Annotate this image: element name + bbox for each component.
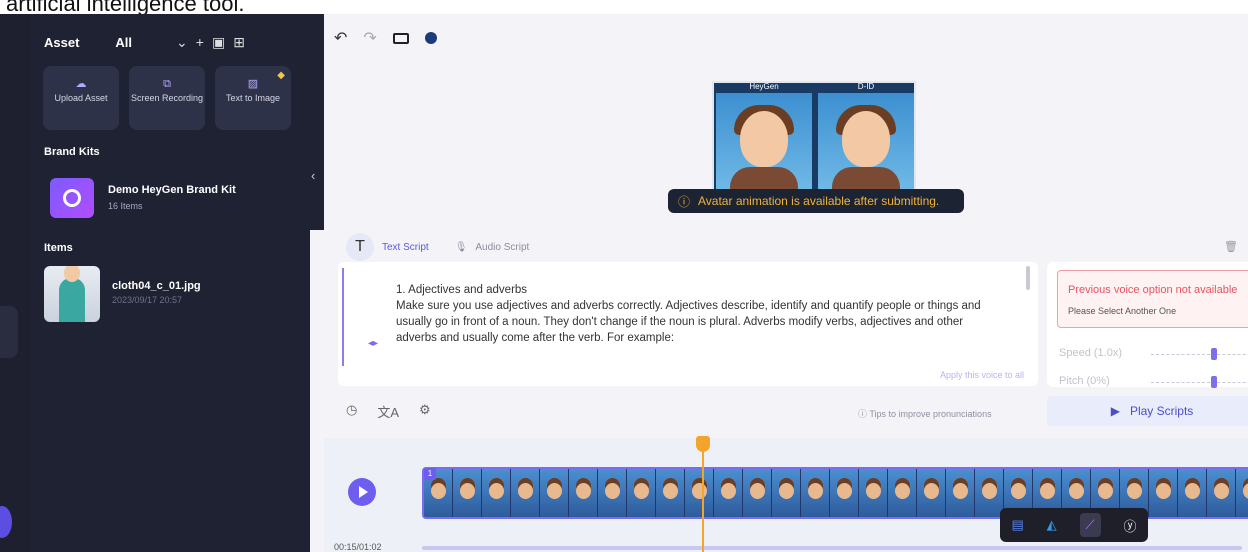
teams-icon[interactable]: ▤ <box>1011 517 1023 533</box>
voice-error-box: Previous voice option not available Plea… <box>1057 270 1248 328</box>
text-to-image-button[interactable]: ◆ ▨ Text to Image <box>215 66 291 130</box>
upload-asset-button[interactable]: ☁ Upload Asset <box>43 66 119 130</box>
apply-voice-link[interactable]: Apply this voice to all <box>940 370 1024 380</box>
taskbar-dock: ▤ ◭ ⟋ ⓨ <box>1000 508 1148 542</box>
avatar-notice-toast: ⓘ Avatar animation is available after su… <box>668 189 964 213</box>
voice-wave-icon[interactable]: ◂▸ <box>368 338 378 349</box>
settings-icon[interactable]: ⚙ <box>419 402 431 421</box>
monitor-icon[interactable] <box>392 32 409 44</box>
chevron-down-icon[interactable]: ⌄ <box>176 34 188 51</box>
redo-icon[interactable]: ↷ <box>363 28 376 48</box>
preview-pane-did: D-ID <box>818 82 914 199</box>
pitch-slider[interactable] <box>1151 382 1248 383</box>
voice-error-title: Previous voice option not available <box>1068 284 1238 296</box>
left-rail <box>0 14 30 552</box>
screen-recording-label: Screen Recording <box>130 93 204 103</box>
script-tools: ◷ 文A ⚙ <box>346 402 431 421</box>
asset-sidebar: Asset All ⌄ + ▣ ⊞ ☁ Upload Asset ⧉ Scree… <box>30 14 310 552</box>
playhead-line <box>702 450 704 552</box>
translate-icon[interactable]: 文A <box>377 402 399 421</box>
tab-text-script[interactable]: Text Script <box>382 242 429 253</box>
premium-gem-icon: ◆ <box>277 70 285 81</box>
brand-kits-heading: Brand Kits <box>44 146 100 158</box>
speed-label: Speed (1.0x) <box>1059 347 1122 359</box>
preview-pane-heygen: HeyGen <box>716 82 812 199</box>
speed-slider-knob[interactable] <box>1211 348 1217 360</box>
trash-icon[interactable]: 🗑 <box>1224 240 1238 253</box>
script-body: Make sure you use adjectives and adverbs… <box>396 300 981 344</box>
avatar-preview: HeyGen D-ID <box>712 81 916 199</box>
info-icon: ⓘ <box>678 194 691 209</box>
brand-kit-logo <box>50 178 94 218</box>
upload-asset-label: Upload Asset <box>54 93 108 103</box>
text-icon[interactable]: T <box>346 233 374 261</box>
timeline-play-button[interactable] <box>348 478 376 506</box>
play-icon: ▶ <box>1110 404 1120 418</box>
play-scripts-label: Play Scripts <box>1129 404 1194 418</box>
rail-button[interactable] <box>0 506 12 538</box>
brand-kit-count: 16 Items <box>108 201 143 211</box>
folder-icon[interactable]: ▣ <box>212 34 225 51</box>
asset-item-name: cloth04_c_01.jpg <box>112 280 201 292</box>
avatar-notice-text: Avatar animation is available after subm… <box>698 194 940 208</box>
timeline-time: 00:15/01:02 <box>334 542 382 552</box>
speed-slider[interactable] <box>1151 354 1248 355</box>
preview-label-heygen: HeyGen <box>749 82 779 91</box>
screen-record-icon: ⧉ <box>163 78 171 90</box>
voice-error-subtitle: Please Select Another One <box>1068 306 1177 316</box>
screen-recording-button[interactable]: ⧉ Screen Recording <box>129 66 205 130</box>
rail-tab[interactable] <box>0 306 18 358</box>
pen-icon[interactable]: ⟋ <box>1079 513 1101 537</box>
play-scripts-button[interactable]: ▶ Play Scripts <box>1047 396 1248 426</box>
script-accent-bar <box>342 268 344 366</box>
cloud-upload-icon: ☁ <box>75 78 87 90</box>
asset-title: Asset <box>44 34 80 50</box>
items-heading: Items <box>44 242 73 254</box>
brand-kit-card[interactable]: Demo HeyGen Brand Kit 16 Items <box>50 178 236 218</box>
editor-main: ↶ ↷ HeyGen D-ID ⓘ Avatar animation is av… <box>324 14 1248 552</box>
yandex-icon[interactable]: ⓨ <box>1124 516 1137 535</box>
preview-label-did: D-ID <box>857 82 875 91</box>
script-text[interactable]: 1. Adjectives and adverbs Make sure you … <box>396 282 1006 346</box>
asset-actions: ☁ Upload Asset ⧉ Screen Recording ◆ ▨ Te… <box>43 66 291 130</box>
tips-text: Tips to improve pronunciations <box>869 409 992 419</box>
chevron-left-icon[interactable]: ‹ <box>311 168 315 183</box>
background-color-swatch[interactable] <box>424 32 437 44</box>
asset-filter-value[interactable]: All <box>115 35 132 50</box>
avatar-face <box>842 111 890 167</box>
grid-icon[interactable]: ⊞ <box>233 34 245 51</box>
clock-icon[interactable]: ◷ <box>346 402 357 421</box>
sidebar-collapse-handle[interactable] <box>310 14 324 230</box>
app-icon[interactable]: ◭ <box>1047 517 1057 533</box>
pitch-label: Pitch (0%) <box>1059 375 1110 387</box>
pitch-slider-knob[interactable] <box>1211 376 1217 388</box>
tab-audio-script[interactable]: Audio Script <box>475 242 529 253</box>
script-tabs: T Text Script 🎙 Audio Script <box>346 233 529 261</box>
undo-icon[interactable]: ↶ <box>334 28 347 48</box>
timeline-scrollbar[interactable] <box>422 546 1242 550</box>
asset-item-date: 2023/09/17 20:57 <box>112 295 183 305</box>
editor-toolbar: ↶ ↷ <box>334 28 437 48</box>
avatar-face <box>740 111 788 167</box>
asset-thumbnail <box>44 266 100 322</box>
asset-item[interactable]: cloth04_c_01.jpg 2023/09/17 20:57 <box>44 266 201 322</box>
text-to-image-label: Text to Image <box>225 93 281 103</box>
pronunciation-tips-link[interactable]: ⓘ Tips to improve pronunciations <box>858 407 992 420</box>
asset-toolbar: Asset All ⌄ + ▣ ⊞ <box>44 32 300 52</box>
script-editor[interactable]: ◂▸ 1. Adjectives and adverbs Make sure y… <box>338 262 1038 386</box>
brand-kit-name: Demo HeyGen Brand Kit <box>108 184 236 196</box>
script-scrollbar[interactable] <box>1026 266 1030 290</box>
voice-panel: Previous voice option not available Plea… <box>1047 262 1248 388</box>
editor-app: Asset All ⌄ + ▣ ⊞ ☁ Upload Asset ⧉ Scree… <box>0 14 1248 552</box>
microphone-icon[interactable]: 🎙 <box>455 242 468 253</box>
clip-index-badge: 1 <box>424 468 436 480</box>
plus-icon[interactable]: + <box>196 34 204 50</box>
script-heading: 1. Adjectives and adverbs <box>396 284 528 296</box>
